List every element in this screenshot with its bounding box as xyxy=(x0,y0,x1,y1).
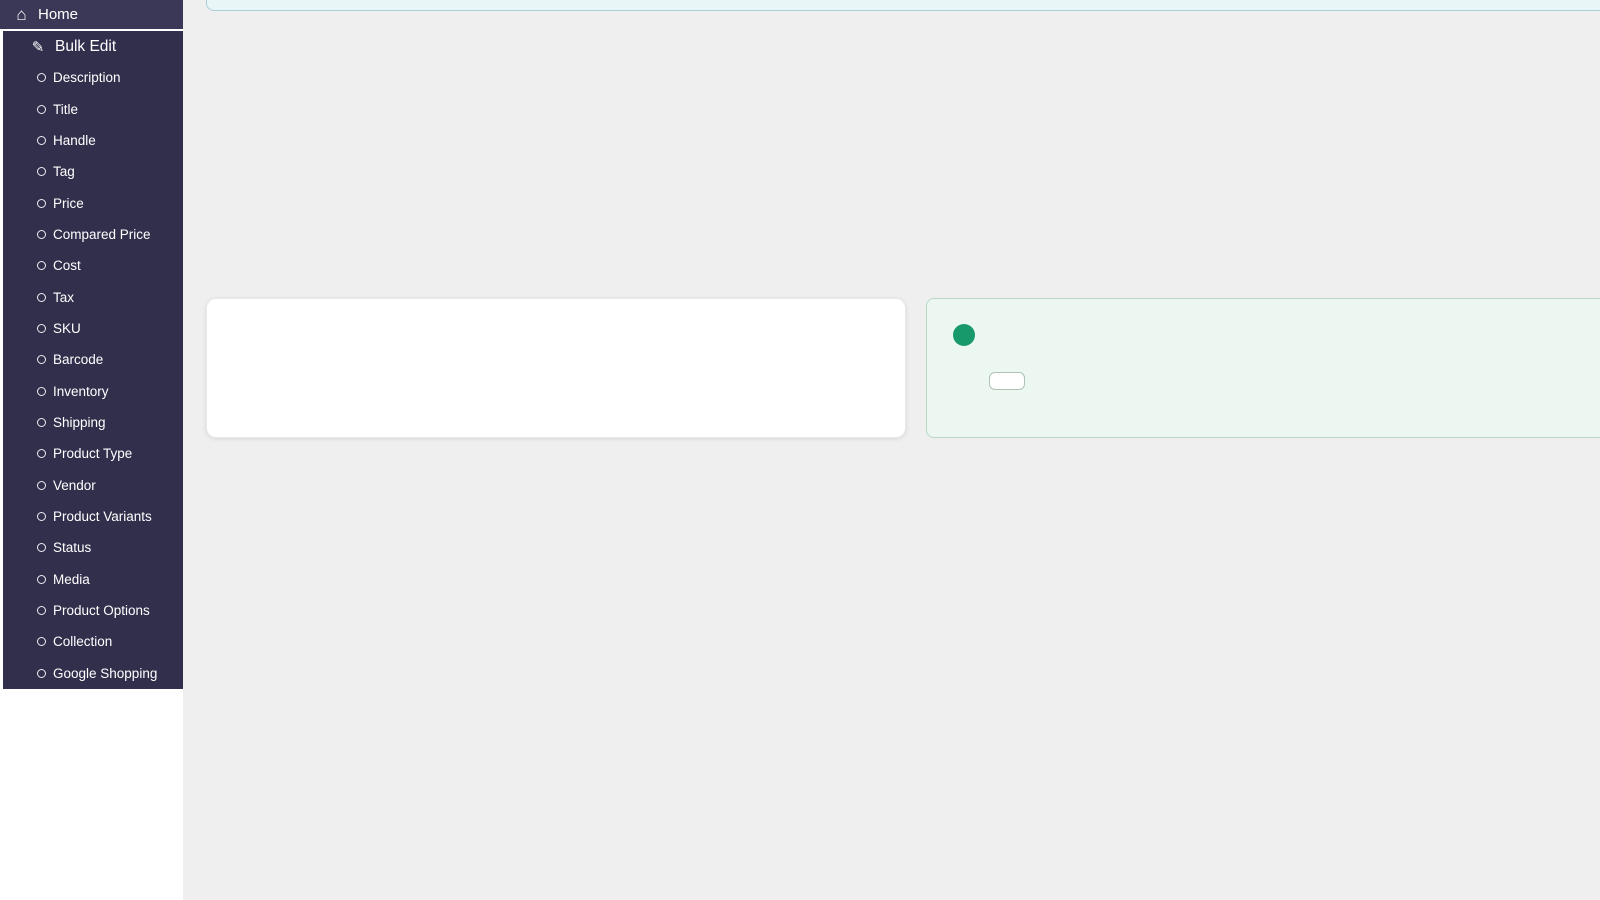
circle-icon xyxy=(37,105,46,114)
sidebar-item-label: Bulk Edit xyxy=(55,38,116,56)
sidebar-item-shipping[interactable]: Shipping xyxy=(3,407,183,438)
sidebar: ⌂ Home ✎ Bulk Edit Description Title Han… xyxy=(0,0,183,900)
circle-icon xyxy=(37,293,46,302)
circle-icon xyxy=(37,543,46,552)
sidebar-item-label: Cost xyxy=(53,258,81,273)
sidebar-item-cost[interactable]: Cost xyxy=(3,250,183,281)
sidebar-item-label: Shipping xyxy=(53,415,106,430)
sidebar-group: ⌂ Home xyxy=(0,0,183,29)
sidebar-item-tax[interactable]: Tax xyxy=(3,281,183,312)
circle-icon xyxy=(37,481,46,490)
sidebar-item-label: Product Options xyxy=(53,603,150,618)
sidebar-item-home[interactable]: ⌂ Home xyxy=(0,0,183,29)
sidebar-item-label: Price xyxy=(53,196,84,211)
current-plan-card xyxy=(926,298,1600,438)
sidebar-item-sku[interactable]: SKU xyxy=(3,313,183,344)
sidebar-item-product-options[interactable]: Product Options xyxy=(3,595,183,626)
circle-icon xyxy=(37,261,46,270)
circle-icon xyxy=(37,199,46,208)
sidebar-item-tag[interactable]: Tag xyxy=(3,156,183,187)
sidebar-item-vendor[interactable]: Vendor xyxy=(3,469,183,500)
sidebar-item-product-variants[interactable]: Product Variants xyxy=(3,501,183,532)
sidebar-item-label: Tag xyxy=(53,164,75,179)
sidebar-item-label: Vendor xyxy=(53,478,96,493)
sidebar-item-label: Status xyxy=(53,540,91,555)
sidebar-item-status[interactable]: Status xyxy=(3,532,183,563)
pencil-square-icon: ✎ xyxy=(30,38,46,56)
sidebar-item-label: Description xyxy=(53,70,121,85)
circle-icon xyxy=(37,637,46,646)
sidebar-item-title[interactable]: Title xyxy=(3,93,183,124)
circle-icon xyxy=(37,575,46,584)
info-alert-cutoff xyxy=(206,0,1600,11)
task-status-card xyxy=(206,298,906,438)
sidebar-item-label: Collection xyxy=(53,634,112,649)
sidebar-item-barcode[interactable]: Barcode xyxy=(3,344,183,375)
sidebar-item-label: Barcode xyxy=(53,352,103,367)
circle-icon xyxy=(37,355,46,364)
circle-icon xyxy=(37,606,46,615)
sidebar-item-product-type[interactable]: Product Type xyxy=(3,438,183,469)
sidebar-item-label: SKU xyxy=(53,321,81,336)
sidebar-item-media[interactable]: Media xyxy=(3,564,183,595)
circle-icon xyxy=(37,324,46,333)
circle-icon xyxy=(37,136,46,145)
upgrade-plan-button[interactable] xyxy=(989,372,1025,390)
circle-icon xyxy=(37,387,46,396)
sidebar-item-handle[interactable]: Handle xyxy=(3,125,183,156)
sidebar-item-inventory[interactable]: Inventory xyxy=(3,375,183,406)
sidebar-item-label: Tax xyxy=(53,290,74,305)
circle-icon xyxy=(37,230,46,239)
sidebar-item-label: Product Variants xyxy=(53,509,152,524)
circle-icon xyxy=(37,167,46,176)
circle-icon xyxy=(37,669,46,678)
main-background xyxy=(183,0,1600,900)
sidebar-item-label: Google Shopping xyxy=(53,666,157,681)
check-icon xyxy=(953,324,975,346)
sidebar-item-label: Home xyxy=(38,6,78,23)
sidebar-group: ✎ Bulk Edit Description Title Handle Tag… xyxy=(3,31,183,689)
sidebar-item-description[interactable]: Description xyxy=(3,62,183,93)
sidebar-item-label: Media xyxy=(53,572,90,587)
sidebar-item-label: Handle xyxy=(53,133,96,148)
sidebar-item-label: Title xyxy=(53,102,78,117)
sidebar-item-label: Compared Price xyxy=(53,227,151,242)
sidebar-item-bulk-edit[interactable]: ✎ Bulk Edit xyxy=(3,31,183,62)
home-icon: ⌂ xyxy=(13,5,30,25)
circle-icon xyxy=(37,418,46,427)
sidebar-item-label: Product Type xyxy=(53,446,132,461)
sidebar-item-compared-price[interactable]: Compared Price xyxy=(3,219,183,250)
circle-icon xyxy=(37,73,46,82)
sidebar-item-collection[interactable]: Collection xyxy=(3,626,183,657)
sidebar-item-label: Inventory xyxy=(53,384,109,399)
circle-icon xyxy=(37,449,46,458)
circle-icon xyxy=(37,512,46,521)
sidebar-item-price[interactable]: Price xyxy=(3,187,183,218)
sidebar-item-google-shopping[interactable]: Google Shopping xyxy=(3,658,183,689)
